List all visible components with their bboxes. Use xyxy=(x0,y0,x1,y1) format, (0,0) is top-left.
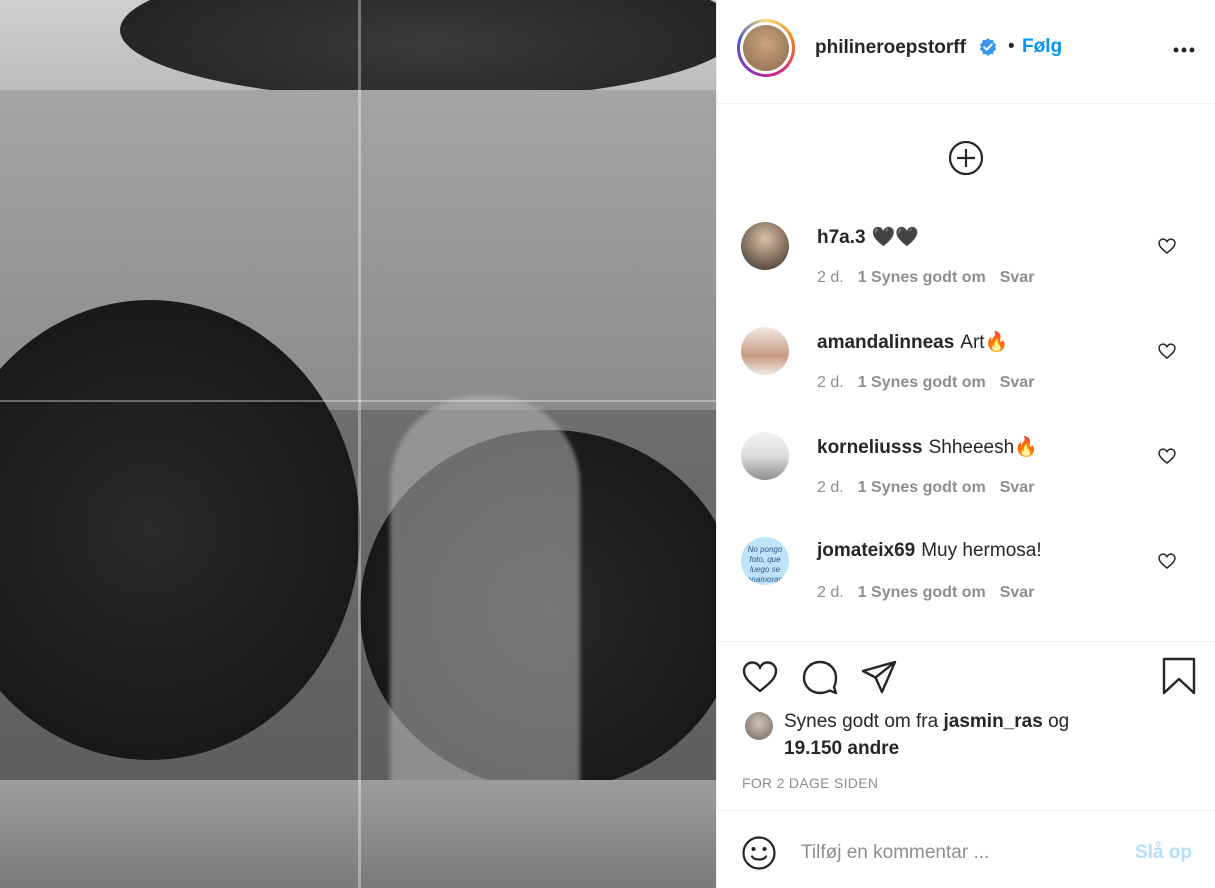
comment-meta: 2 d. 1 Synes godt om Svar xyxy=(817,584,1048,602)
post-comment-button[interactable]: Slå op xyxy=(1135,842,1192,864)
heart-icon[interactable] xyxy=(1157,446,1177,466)
photo-crease-horizontal xyxy=(0,400,716,402)
comment-item: korneliusss Shheeesh🔥 2 d. 1 Synes godt om… xyxy=(717,432,1215,528)
share-icon[interactable] xyxy=(860,658,898,696)
comment-reply-button[interactable]: Svar xyxy=(1000,374,1035,391)
like-heart-icon[interactable] xyxy=(741,658,779,696)
post-header: philineroepstorff • Følg xyxy=(717,0,1215,104)
comment-avatar[interactable] xyxy=(741,432,789,480)
comment-age: 2 d. xyxy=(817,584,844,601)
post-timestamp[interactable]: FOR 2 DAGE SIDEN xyxy=(742,775,878,791)
likes-summary: Synes godt om fra jasmin_ras og 19.150 a… xyxy=(784,708,1184,762)
comment-age: 2 d. xyxy=(817,269,844,286)
comment-item: amandalinneas Art🔥 2 d. 1 Synes godt om Sva… xyxy=(717,327,1215,423)
comment-likes[interactable]: 1 Synes godt om xyxy=(858,374,986,391)
comment-avatar[interactable] xyxy=(741,222,789,270)
emoji-icon[interactable] xyxy=(741,835,777,871)
comment-username[interactable]: korneliusss xyxy=(817,437,923,458)
more-options-icon[interactable] xyxy=(1169,36,1199,60)
heart-icon[interactable] xyxy=(1157,341,1177,361)
photo-trees xyxy=(120,0,716,100)
actions-divider xyxy=(717,641,1215,642)
comment-reply-button[interactable]: Svar xyxy=(1000,479,1035,496)
likes-conjunction: og xyxy=(1048,711,1070,732)
comment-age: 2 d. xyxy=(817,479,844,496)
comment-item: h7a.3 🖤🖤 2 d. 1 Synes godt om Svar xyxy=(717,222,1215,318)
comment-item: No pongo foto, que luego se enamoran jom… xyxy=(717,537,1215,633)
comment-username[interactable]: jomateix69 xyxy=(817,540,915,561)
photo-crease-vertical xyxy=(358,0,361,888)
comment-meta: 2 d. 1 Synes godt om Svar xyxy=(817,374,1048,392)
bookmark-icon[interactable] xyxy=(1161,656,1197,696)
comment-text: Art🔥 xyxy=(960,332,1009,353)
follow-button[interactable]: Følg xyxy=(1022,36,1062,58)
load-more-comments-icon[interactable] xyxy=(948,140,984,176)
comment-body: korneliusss Shheeesh🔥 xyxy=(817,435,1038,459)
likes-others-count[interactable]: 19.150 andre xyxy=(784,738,899,759)
comment-likes[interactable]: 1 Synes godt om xyxy=(858,269,986,286)
comment-input[interactable] xyxy=(801,837,1121,869)
author-username[interactable]: philineroepstorff xyxy=(815,37,966,59)
comment-text: 🖤🖤 xyxy=(871,227,919,248)
comment-reply-button[interactable]: Svar xyxy=(1000,269,1035,286)
comment-age: 2 d. xyxy=(817,374,844,391)
comment-body: jomateix69 Muy hermosa! xyxy=(817,540,1042,562)
heart-icon[interactable] xyxy=(1157,236,1177,256)
photo-subject-placeholder xyxy=(390,395,580,815)
author-avatar[interactable] xyxy=(737,19,795,77)
comment-avatar-text: No pongo foto, que luego se enamoran xyxy=(746,545,784,584)
comment-text: Muy hermosa! xyxy=(921,540,1042,561)
comment-body: amandalinneas Art🔥 xyxy=(817,330,1008,354)
header-separator: • xyxy=(1008,36,1015,57)
liker-username[interactable]: jasmin_ras xyxy=(943,711,1042,732)
heart-icon[interactable] xyxy=(1157,551,1177,571)
comment-likes[interactable]: 1 Synes godt om xyxy=(858,479,986,496)
comment-body: h7a.3 🖤🖤 xyxy=(817,225,919,249)
likes-prefix: Synes godt om fra xyxy=(784,711,939,732)
comment-meta: 2 d. 1 Synes godt om Svar xyxy=(817,479,1048,497)
comment-reply-button[interactable]: Svar xyxy=(1000,584,1035,601)
comment-username[interactable]: amandalinneas xyxy=(817,332,954,353)
verified-badge-icon xyxy=(979,38,997,56)
post-side-panel: philineroepstorff • Følg h7a.3 🖤🖤 2 d. 1 S… xyxy=(716,0,1215,888)
comment-avatar[interactable] xyxy=(741,327,789,375)
comment-username[interactable]: h7a.3 xyxy=(817,227,866,248)
comment-meta: 2 d. 1 Synes godt om Svar xyxy=(817,269,1048,287)
add-comment-bar: Slå op xyxy=(717,810,1215,888)
comment-icon[interactable] xyxy=(801,658,839,696)
comment-avatar[interactable]: No pongo foto, que luego se enamoran xyxy=(741,537,789,585)
comment-likes[interactable]: 1 Synes godt om xyxy=(858,584,986,601)
post-photo[interactable] xyxy=(0,0,716,888)
liker-avatar[interactable] xyxy=(745,712,773,740)
comment-text: Shheeesh🔥 xyxy=(928,437,1038,458)
